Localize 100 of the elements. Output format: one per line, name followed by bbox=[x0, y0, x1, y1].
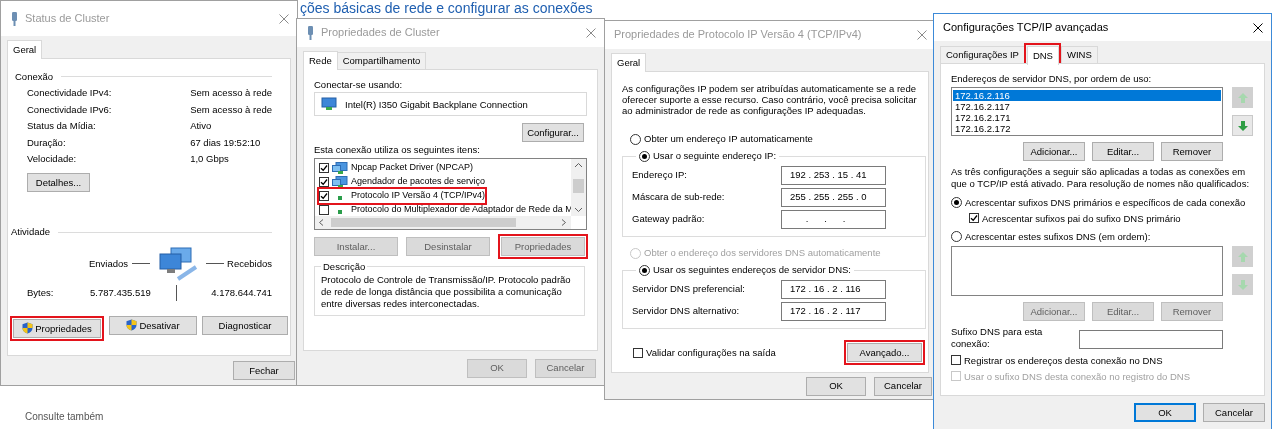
checkbox[interactable] bbox=[319, 176, 329, 187]
window-title: Configurações TCP/IP avançadas bbox=[943, 20, 1109, 35]
ip-address-field[interactable]: . . . bbox=[781, 209, 886, 229]
tab[interactable]: DNS bbox=[1026, 46, 1059, 65]
tab[interactable]: WINS bbox=[1060, 46, 1098, 63]
shield-icon bbox=[22, 322, 34, 335]
section-heading: Conexão bbox=[15, 71, 54, 83]
checkbox[interactable] bbox=[969, 213, 979, 224]
arrow-down-icon bbox=[1236, 278, 1249, 291]
field-label: Conectividade IPv4: bbox=[27, 87, 113, 99]
ip-address-field[interactable]: 192 . 253 . 15 . 41 bbox=[781, 165, 886, 185]
checkbox-label: Registrar os endereços desta conexão no DNS bbox=[964, 354, 1163, 367]
tab[interactable]: Compartilhamento bbox=[336, 52, 427, 69]
field-label: Sufixo DNS para esta conexão: bbox=[951, 326, 1044, 351]
radio-label: Usar os seguintes endereços de servidor DNS: bbox=[653, 264, 851, 276]
section-label: Endereços de servidor DNS, por ordem de uso: bbox=[951, 73, 1153, 85]
protocol-icon bbox=[338, 210, 342, 215]
radio-button[interactable] bbox=[951, 196, 962, 208]
checkbox[interactable] bbox=[319, 190, 329, 201]
section-heading: Atividade bbox=[11, 226, 51, 238]
arrow-down-icon bbox=[1236, 119, 1249, 132]
list-item-label[interactable]: Protocolo IP Versão 4 (TCP/IPv4) bbox=[351, 190, 485, 202]
disable-button[interactable]: Desativar bbox=[109, 315, 197, 335]
configure-button[interactable]: Configurar... bbox=[522, 123, 584, 143]
radio-label: Usar o seguinte endereço IP: bbox=[653, 150, 777, 162]
radio-button[interactable] bbox=[951, 230, 962, 242]
properties-button[interactable]: Propriedades bbox=[13, 318, 101, 338]
field-label: Velocidade: bbox=[27, 153, 78, 165]
list-item[interactable]: 172.16.2.171 bbox=[953, 112, 1221, 124]
window-title: Status de Cluster bbox=[25, 11, 110, 26]
ok-button[interactable]: OK bbox=[1134, 403, 1196, 422]
cancel-button[interactable]: Cancelar bbox=[874, 376, 932, 396]
page-heading: ções básicas de rede e configurar as conexões bbox=[300, 0, 593, 16]
plug-icon bbox=[306, 26, 315, 40]
description-text: Protocolo de Controle de Transmissão/IP. Protocolo padrão de rede de longa distância que possibilita a comunicação entre diversas redes interconectadas. bbox=[321, 274, 572, 311]
checkbox[interactable] bbox=[951, 355, 961, 366]
field-value: Sem acesso à rede bbox=[190, 103, 272, 115]
diagnose-button[interactable]: Diagnosticar bbox=[202, 315, 288, 335]
explanation-text: As três configurações a seguir são aplicadas a todas as conexões em que o TCP/IP está ativado. Para resolução de nomes não qualificados: bbox=[951, 166, 1251, 191]
field-label: Duração: bbox=[27, 136, 67, 149]
list-item-label[interactable]: Agendador de pacotes de serviço bbox=[351, 176, 486, 188]
list-item-label[interactable]: Npcap Packet Driver (NPCAP) bbox=[351, 162, 474, 174]
window-title: Propriedades de Protocolo IP Versão 4 (TCP/IPv4) bbox=[614, 28, 862, 42]
field-value: Ativo bbox=[190, 120, 213, 132]
list-item[interactable]: 172.16.2.172 bbox=[953, 123, 1221, 135]
advanced-button[interactable]: Avançado... bbox=[847, 343, 922, 362]
received-label: Recebidos bbox=[227, 258, 272, 270]
cancel-button[interactable]: Cancelar bbox=[1203, 403, 1265, 422]
radio-button[interactable] bbox=[639, 264, 650, 276]
radio-button[interactable] bbox=[639, 150, 650, 162]
tab[interactable]: Configurações IP bbox=[940, 46, 1025, 63]
ip-address-field[interactable]: 255 . 255 . 255 . 0 bbox=[781, 187, 886, 207]
close-button[interactable]: Fechar bbox=[233, 361, 295, 380]
arrow-up-icon bbox=[1236, 91, 1249, 104]
bytes-label: Bytes: bbox=[27, 287, 55, 299]
field-value: 1,0 Gbps bbox=[190, 153, 230, 165]
radio-label: Obter o endereço dos servidores DNS automaticamente bbox=[644, 247, 881, 259]
field-label: Máscara de sub-rede: bbox=[632, 191, 726, 203]
field-value: Sem acesso à rede bbox=[190, 87, 272, 99]
checkbox-label: Usar o sufixo DNS desta conexão no registro do DNS bbox=[964, 370, 1190, 383]
checkbox[interactable] bbox=[633, 347, 643, 358]
see-also-heading: Consulte também bbox=[25, 411, 104, 423]
field-label: Servidor DNS preferencial: bbox=[632, 283, 746, 295]
add-button[interactable]: Adicionar... bbox=[1023, 142, 1085, 162]
tab[interactable]: Geral bbox=[7, 40, 43, 59]
ip-address-field[interactable]: 172 . 16 . 2 . 117 bbox=[781, 301, 886, 321]
close-icon[interactable] bbox=[1253, 22, 1263, 33]
tab[interactable]: Geral bbox=[611, 53, 647, 72]
shield-icon bbox=[126, 319, 138, 332]
ok-button[interactable]: OK bbox=[806, 376, 866, 396]
plug-icon bbox=[10, 11, 19, 26]
sent-label: Enviados bbox=[89, 258, 129, 270]
bytes-sent: 5.787.435.519 bbox=[90, 287, 152, 299]
edit-button[interactable]: Editar... bbox=[1092, 142, 1154, 162]
radio-label: Obter um endereço IP automaticamente bbox=[644, 133, 813, 145]
checkbox-label: Validar configurações na saída bbox=[646, 346, 776, 359]
monitor-icon bbox=[332, 175, 348, 188]
radio-label: Acrescentar sufixos DNS primários e específicos de cada conexão bbox=[965, 196, 1246, 209]
remove-button[interactable]: Remover bbox=[1161, 142, 1223, 162]
adapter-name: Intel(R) I350 Gigabit Backplane Connection bbox=[345, 98, 528, 111]
group-heading: Descrição bbox=[323, 260, 366, 272]
window-title: Propriedades de Cluster bbox=[321, 26, 440, 40]
field-label: Endereço IP: bbox=[632, 169, 688, 181]
field-label: Status da Mídia: bbox=[27, 120, 97, 132]
input-field[interactable] bbox=[1079, 330, 1223, 350]
monitor-icon bbox=[332, 161, 348, 174]
intro-text: As configurações IP podem ser atribuídas automaticamente se a rede oferecer suporte a esse recurso. Caso contrário, você precisa solicitar ao administrador de rede as configurações IP adequadas. bbox=[622, 83, 918, 116]
radio-label: Acrescentar estes sufixos DNS (em ordem): bbox=[965, 230, 1151, 243]
list-item[interactable]: 172.16.2.117 bbox=[953, 101, 1221, 113]
checkbox[interactable] bbox=[319, 162, 329, 173]
list-item[interactable]: 172.16.2.116 bbox=[953, 90, 1221, 102]
ip-address-field[interactable]: 172 . 16 . 2 . 116 bbox=[781, 279, 886, 299]
arrow-up-icon bbox=[1236, 250, 1249, 263]
field-label: Gateway padrão: bbox=[632, 213, 706, 225]
radio-button[interactable] bbox=[630, 133, 641, 145]
tab[interactable]: Rede bbox=[303, 51, 338, 70]
checkbox[interactable] bbox=[319, 204, 329, 215]
bytes-received: 4.178.644.741 bbox=[211, 287, 272, 299]
details-button[interactable]: Detalhes... bbox=[27, 173, 90, 193]
move-down-button[interactable] bbox=[1232, 115, 1253, 137]
